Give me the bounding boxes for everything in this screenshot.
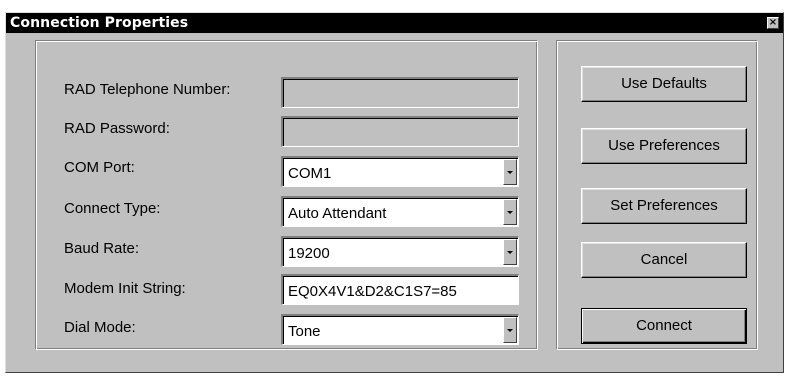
chevron-down-icon [507, 329, 513, 332]
title-bar[interactable]: Connection Properties × [6, 13, 783, 33]
dial-mode-label: Dial Mode: [64, 319, 136, 336]
rad-telephone-number-label: RAD Telephone Number: [64, 81, 231, 98]
connect-type-label: Connect Type: [64, 200, 161, 217]
baud-rate-select[interactable]: 19200 [281, 236, 519, 267]
cancel-button[interactable]: Cancel [581, 242, 747, 278]
dial-mode-select[interactable]: Tone [281, 314, 519, 345]
rad-password-field[interactable] [281, 116, 519, 147]
chevron-down-icon [507, 251, 513, 254]
chevron-down-icon [507, 171, 513, 174]
baud-rate-label: Baud Rate: [64, 240, 140, 257]
rad-password-label: RAD Password: [64, 120, 170, 137]
window-title: Connection Properties [10, 15, 189, 31]
com-port-label: COM Port: [64, 159, 135, 176]
com-port-dropdown-button[interactable] [503, 159, 517, 185]
com-port-value: COM1 [288, 165, 332, 182]
rad-telephone-number-field[interactable] [281, 77, 519, 108]
connect-type-select[interactable]: Auto Attendant [281, 196, 519, 227]
dial-mode-dropdown-button[interactable] [503, 317, 517, 343]
set-preferences-button[interactable]: Set Preferences [581, 188, 747, 224]
connect-type-value: Auto Attendant [288, 205, 387, 222]
modem-init-string-label: Modem Init String: [64, 280, 186, 297]
baud-rate-value: 19200 [288, 245, 330, 262]
modem-init-string-field[interactable]: EQ0X4V1&D2&C1S7=85 [281, 274, 519, 305]
use-defaults-button[interactable]: Use Defaults [581, 66, 747, 102]
chevron-down-icon [507, 211, 513, 214]
connect-type-dropdown-button[interactable] [503, 199, 517, 225]
use-preferences-button[interactable]: Use Preferences [581, 128, 747, 164]
baud-rate-dropdown-button[interactable] [503, 239, 517, 265]
modem-init-string-value: EQ0X4V1&D2&C1S7=85 [288, 283, 457, 300]
com-port-select[interactable]: COM1 [281, 156, 519, 187]
dial-mode-value: Tone [288, 323, 321, 340]
connect-button[interactable]: Connect [581, 308, 747, 344]
close-icon[interactable]: × [767, 17, 779, 29]
